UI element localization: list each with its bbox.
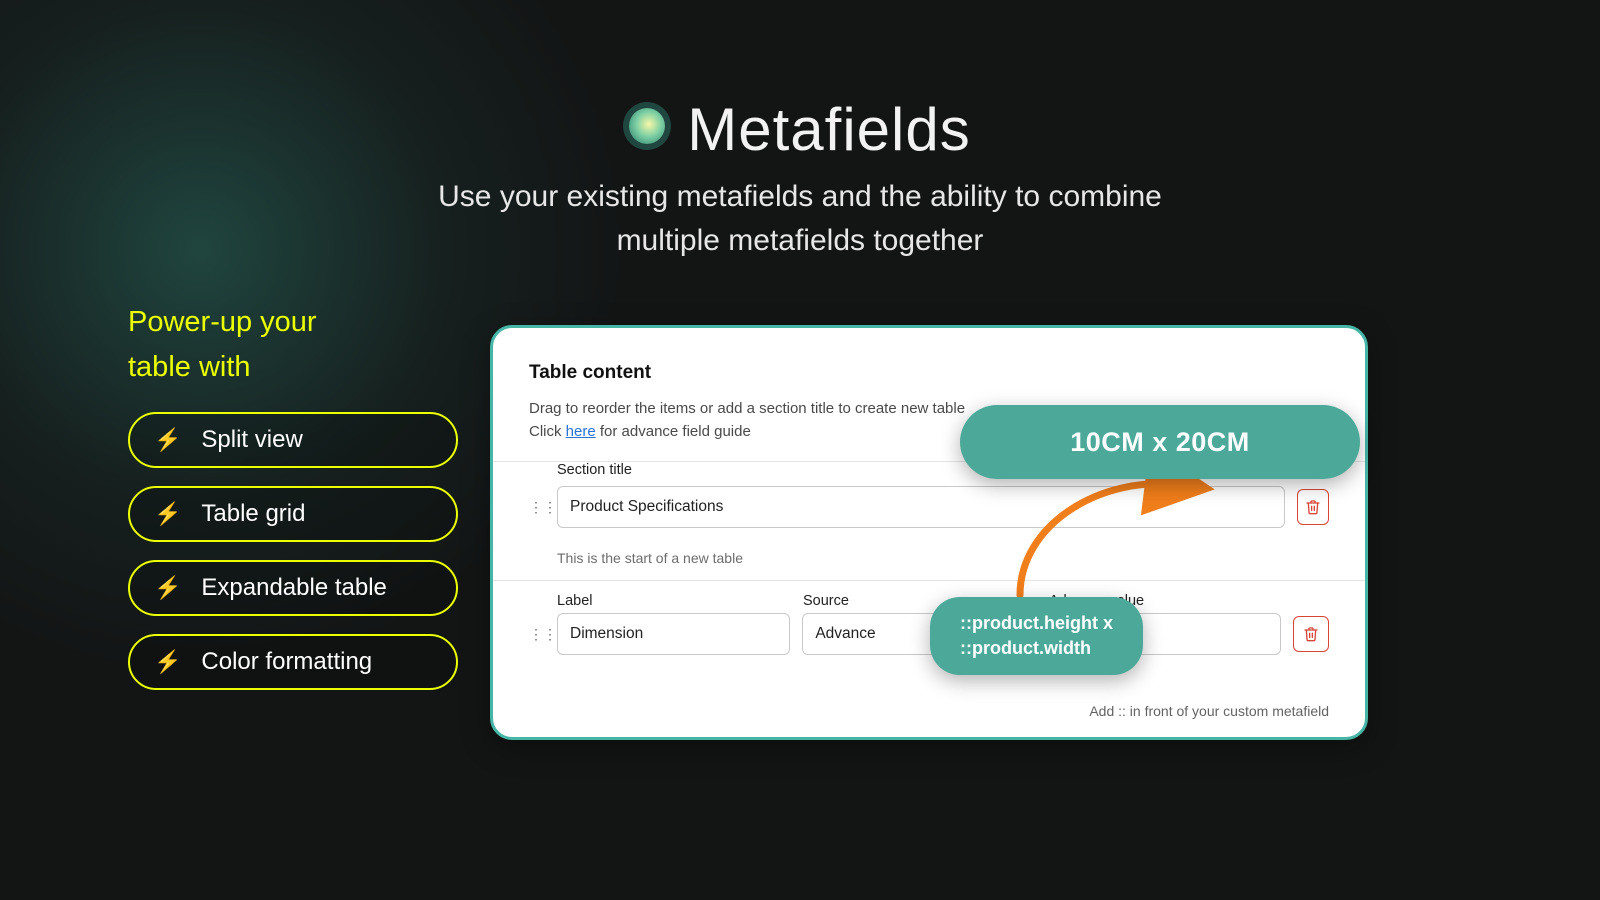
panel-desc-suffix: for advance field guide [596,423,751,440]
feature-label: Expandable table [201,574,386,602]
feature-label: Table grid [201,500,305,528]
feature-pill-color-formatting[interactable]: ⚡ Color formatting [128,634,458,690]
drag-handle-icon[interactable]: ⋮⋮ [529,499,545,516]
result-callout: 10CM x 20CM [960,405,1360,479]
result-callout-text: 10CM x 20CM [1070,427,1250,458]
row-source-value: Advance [815,625,875,643]
panel-title: Table content [529,362,1329,384]
table-row: ⋮⋮ Advance [529,609,1329,669]
sidebar-heading-line2: table with [128,351,251,383]
feature-label: Split view [201,426,302,454]
formula-callout: ::product.height x ::product.width [930,597,1143,675]
feature-pill-expandable-table[interactable]: ⚡ Expandable table [128,560,458,616]
delete-section-button[interactable] [1297,489,1329,525]
sidebar-heading-line1: Power-up your [128,306,317,338]
row-label-input[interactable] [557,613,790,655]
section-title-sub: This is the start of a new table [557,550,1329,566]
divider [493,580,1365,581]
delete-row-button[interactable] [1293,616,1329,652]
formula-line2: ::product.width [960,638,1091,658]
subtitle-line1: Use your existing metafields and the abi… [438,180,1162,213]
formula-line1: ::product.height x [960,613,1113,633]
table-content-panel: Table content Drag to reorder the items … [490,325,1368,740]
page-subtitle: Use your existing metafields and the abi… [0,175,1600,262]
section-title-input[interactable] [557,486,1285,528]
bolt-icon: ⚡ [154,577,181,599]
panel-desc-prefix: Click [529,423,566,440]
panel-footnote: Add :: in front of your custom metafield [1089,703,1329,719]
subtitle-line2: multiple metafields together [617,224,984,257]
trash-icon [1303,626,1319,642]
page-title: Metafields [0,95,1600,164]
trash-icon [1305,499,1321,515]
sidebar-heading: Power-up your table with [128,300,458,390]
feature-pill-split-view[interactable]: ⚡ Split view [128,412,458,468]
column-header-label: Label [557,593,791,609]
feature-label: Color formatting [201,648,372,676]
panel-desc-line1: Drag to reorder the items or add a secti… [529,400,965,417]
feature-sidebar: Power-up your table with ⚡ Split view ⚡ … [128,300,458,708]
columns-header-row: Label Source Advance value [529,593,1329,609]
brand-dot-icon [629,108,665,144]
drag-handle-icon[interactable]: ⋮⋮ [529,626,545,643]
bolt-icon: ⚡ [154,651,181,673]
page-title-text: Metafields [687,96,970,163]
advance-guide-link[interactable]: here [566,423,596,440]
bolt-icon: ⚡ [154,429,181,451]
bolt-icon: ⚡ [154,503,181,525]
feature-pill-table-grid[interactable]: ⚡ Table grid [128,486,458,542]
